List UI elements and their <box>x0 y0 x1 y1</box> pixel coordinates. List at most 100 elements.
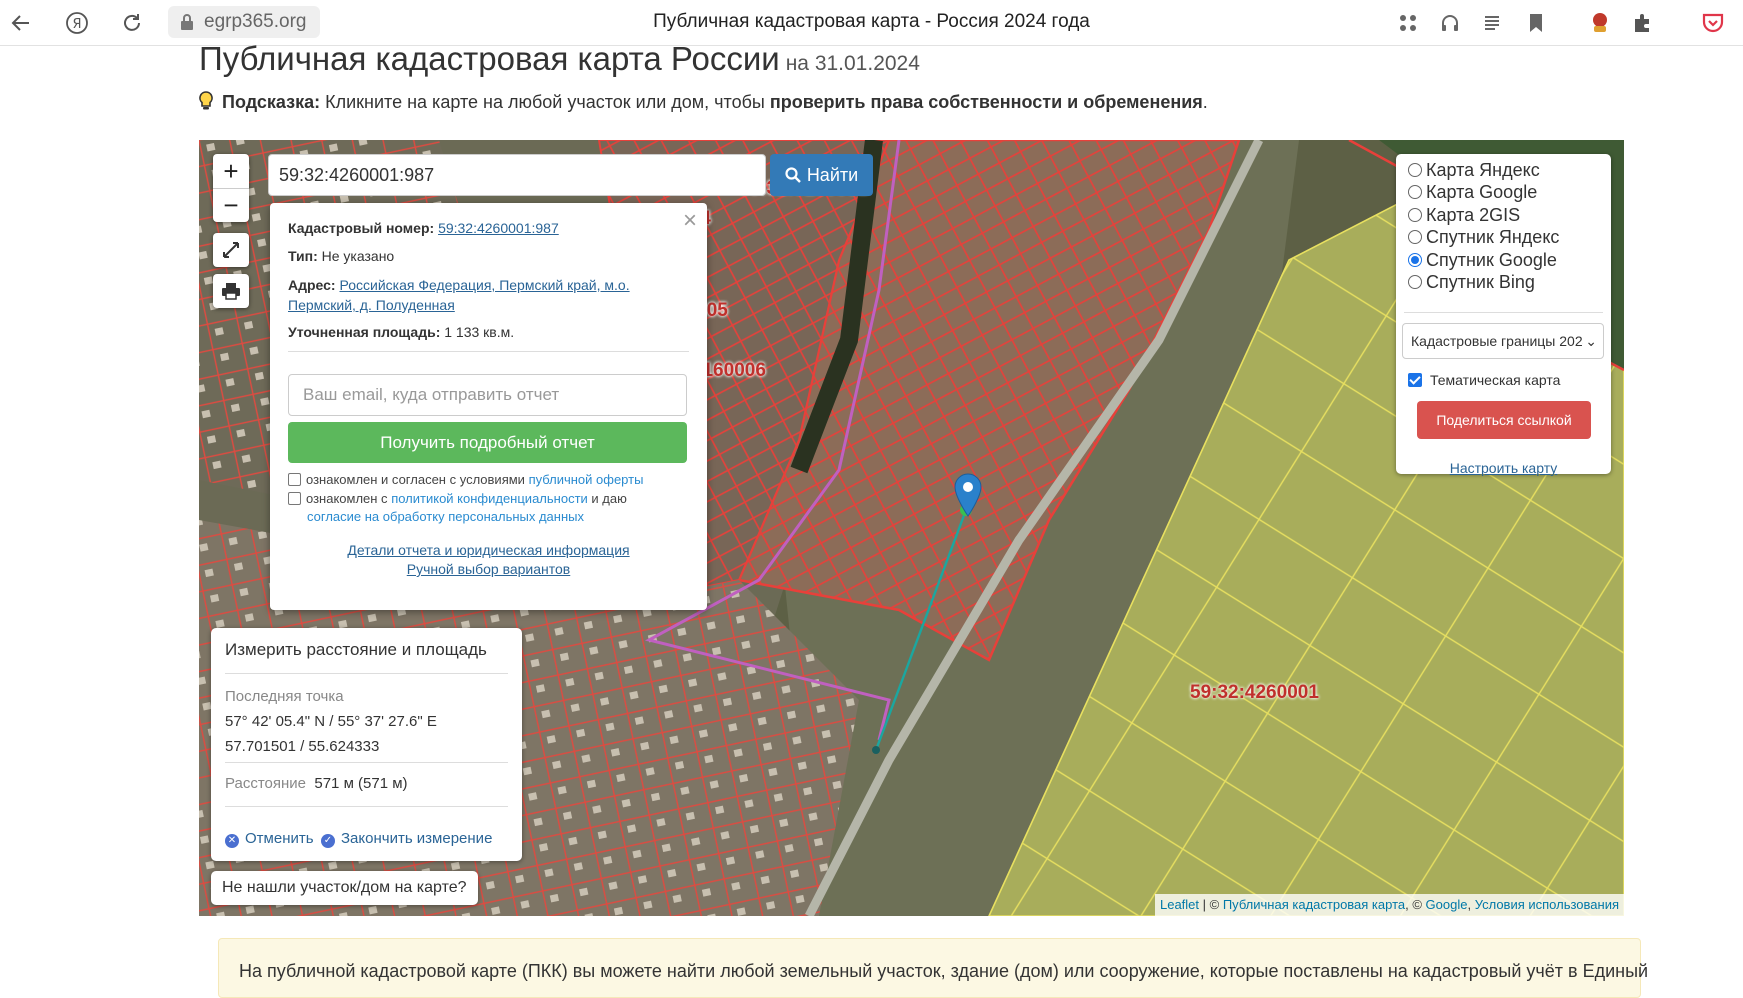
puzzle-extension-icon[interactable] <box>1628 8 1658 38</box>
privacy-text: ознакомлен с <box>306 491 388 506</box>
cadastral-number-link[interactable]: 59:32:4260001:987 <box>438 220 559 236</box>
map-attribution: Leaflet | © Публичная кадастровая карта,… <box>1154 894 1624 916</box>
finish-measure-button[interactable]: ✓ Закончить измерение <box>321 830 492 848</box>
setup-map-link[interactable]: Настроить карту <box>1450 460 1558 476</box>
attribution-sep: , © <box>1405 897 1426 912</box>
radio-icon <box>1408 275 1422 289</box>
offer-checkbox[interactable] <box>288 473 301 486</box>
reload-icon[interactable] <box>117 8 147 38</box>
address-bar[interactable]: egrp365.org <box>168 6 321 38</box>
find-button[interactable]: Найти <box>770 154 873 196</box>
divider <box>288 351 689 352</box>
print-button[interactable] <box>213 274 249 308</box>
layer-option-google-satellite[interactable]: Спутник Google <box>1408 248 1557 272</box>
privacy-agreement: ознакомлен с политикой конфиденциальност… <box>288 490 689 526</box>
privacy-checkbox[interactable] <box>288 492 301 505</box>
not-found-button[interactable]: Не нашли участок/дом на карте? <box>211 871 478 905</box>
measure-panel: Измерить расстояние и площадь Последняя … <box>211 628 522 861</box>
layer-option-bing-satellite[interactable]: Спутник Bing <box>1408 270 1535 294</box>
setup-row: Настроить карту <box>1396 460 1611 476</box>
cadastral-number-row: Кадастровый номер: 59:32:4260001:987 <box>288 218 689 238</box>
cadastral-number-label: Кадастровый номер: <box>288 220 435 236</box>
measure-title[interactable]: Измерить расстояние и площадь <box>225 640 487 660</box>
zoom-in-button[interactable]: + <box>213 154 249 188</box>
divider <box>1404 312 1603 313</box>
terms-link[interactable]: Условия использования <box>1475 897 1619 912</box>
chevron-down-icon: ⌄ <box>1583 324 1597 358</box>
extension-icon[interactable] <box>1585 8 1615 38</box>
leaflet-link[interactable]: Leaflet <box>1160 897 1199 912</box>
lock-icon <box>181 14 193 30</box>
cancel-label: Отменить <box>245 830 314 847</box>
headphones-icon[interactable] <box>1435 8 1465 38</box>
heading-date: на 31.01.2024 <box>785 52 920 75</box>
email-field[interactable]: Ваш email, куда отправить отчет <box>288 374 687 416</box>
pocket-icon[interactable] <box>1698 8 1728 38</box>
find-button-label: Найти <box>806 164 859 185</box>
layer-option-2gis-map[interactable]: Карта 2GIS <box>1408 203 1520 227</box>
cadastral-map[interactable]: 59:32:0160001 0160004 03 2:0160005 59:32… <box>199 140 1624 916</box>
hint-line: Подсказка: Кликните на карте на любой уч… <box>199 91 1208 113</box>
thematic-map-toggle[interactable]: Тематическая карта <box>1408 372 1560 388</box>
zoom-control: + − <box>213 154 249 222</box>
dms-sep: / <box>325 713 338 730</box>
divider <box>225 762 508 763</box>
apps-grid-icon[interactable] <box>1393 8 1423 38</box>
last-point-label: Последняя точка <box>225 688 344 705</box>
details-row: Детали отчета и юридическая информация <box>270 542 707 558</box>
pkk-link[interactable]: Публичная кадастровая карта <box>1223 897 1405 912</box>
get-report-button[interactable]: Получить подробный отчет <box>288 422 687 463</box>
hint-label: Подсказка: <box>222 92 321 112</box>
distance-label: Расстояние <box>225 775 307 792</box>
cancel-measure-button[interactable]: ✕ Отменить <box>225 830 314 848</box>
search-icon <box>785 167 801 183</box>
page-title: Публичная кадастровая карта России на 31.… <box>199 40 920 78</box>
bookmark-icon[interactable] <box>1521 8 1551 38</box>
check-circle-icon: ✓ <box>321 834 335 848</box>
lightbulb-icon <box>199 91 213 110</box>
address-label: Адрес: <box>288 277 336 293</box>
layers-panel: Карта Яндекс Карта Google Карта 2GIS Спу… <box>1396 154 1611 476</box>
type-label: Тип: <box>288 248 318 264</box>
svg-text:Я: Я <box>72 17 81 32</box>
layer-option-google-map[interactable]: Карта Google <box>1408 180 1537 204</box>
attribution-sep: | © <box>1199 897 1223 912</box>
yandex-logo-icon[interactable]: Я <box>62 8 92 38</box>
layer-option-label: Спутник Bing <box>1426 272 1535 292</box>
manual-row: Ручной выбор вариантов <box>270 561 707 577</box>
address-link-line2[interactable]: Пермский, д. Полуденная <box>288 297 455 313</box>
details-link[interactable]: Детали отчета и юридическая информация <box>347 542 629 558</box>
back-arrow-icon[interactable] <box>6 8 36 38</box>
address-link-line1[interactable]: Российская Федерация, Пермский край, м.о… <box>340 277 630 293</box>
layer-option-label: Карта Яндекс <box>1426 160 1540 180</box>
location-marker-icon[interactable] <box>954 473 982 517</box>
overlay-select[interactable]: Кадастровые границы 2024 ⌄ <box>1402 323 1604 359</box>
distance-row: Расстояние 571 м (571 м) <box>225 775 408 792</box>
dec-sep: / <box>295 738 309 755</box>
radio-icon <box>1408 163 1422 177</box>
fullscreen-button[interactable] <box>213 233 249 267</box>
layer-option-label: Карта 2GIS <box>1426 205 1521 225</box>
google-link[interactable]: Google <box>1426 897 1468 912</box>
hint-bold: проверить права собственности и обремене… <box>769 92 1203 112</box>
area-value: 1 133 кв.м. <box>444 324 515 340</box>
cadastral-search-input[interactable]: 59:32:4260001:987 <box>268 154 766 196</box>
share-link-button[interactable]: Поделиться ссылкой <box>1417 401 1591 439</box>
cadastral-label: 59:32:4260001 <box>1190 682 1319 703</box>
info-text: На публичной кадастровой карте (ПКК) вы … <box>239 961 1649 981</box>
finish-label: Закончить измерение <box>341 830 493 847</box>
manual-choice-link[interactable]: Ручной выбор вариантов <box>407 561 571 577</box>
dms-lat: 57° 42' 05.4" N <box>225 713 326 730</box>
info-box: На публичной кадастровой карте (ПКК) вы … <box>218 938 1648 998</box>
distance-value: 571 м (571 м) <box>314 775 408 792</box>
layer-option-label: Спутник Google <box>1426 250 1557 270</box>
zoom-out-button[interactable]: − <box>213 188 249 222</box>
consent-link[interactable]: согласие на обработку персональных данны… <box>307 509 584 524</box>
offer-link[interactable]: публичной оферты <box>529 472 644 487</box>
privacy-link[interactable]: политикой конфиденциальности <box>391 491 588 506</box>
divider <box>225 673 508 674</box>
fullscreen-icon <box>223 242 239 258</box>
layer-option-yandex-map[interactable]: Карта Яндекс <box>1408 158 1540 182</box>
layer-option-yandex-satellite[interactable]: Спутник Яндекс <box>1408 225 1559 249</box>
reader-icon[interactable] <box>1477 8 1507 38</box>
